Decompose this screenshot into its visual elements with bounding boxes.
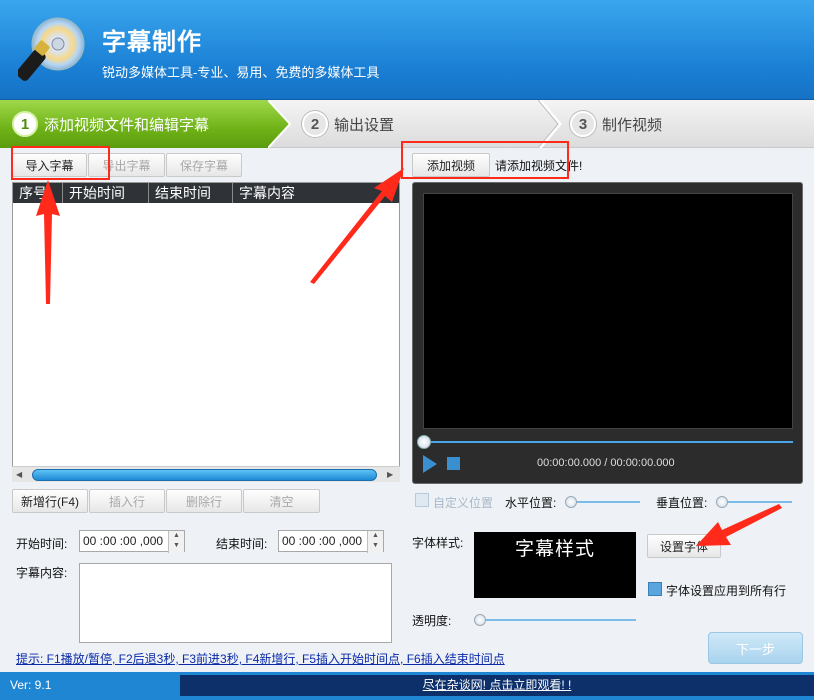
font-style-preview: 字幕样式 bbox=[474, 532, 636, 598]
clear-button[interactable]: 清空 bbox=[243, 489, 320, 513]
step-2-tab[interactable]: 2 输出设置 bbox=[302, 100, 394, 148]
step-2-number: 2 bbox=[302, 111, 328, 137]
time-display: 00:00:00.000 / 00:00:00.000 bbox=[537, 457, 675, 469]
column-header-index[interactable]: 序号 bbox=[13, 183, 63, 203]
stop-icon[interactable] bbox=[447, 457, 460, 470]
progress-knob[interactable] bbox=[417, 435, 431, 449]
start-time-label: 开始时间: bbox=[16, 537, 68, 551]
apply-all-label: 字体设置应用到所有行 bbox=[666, 584, 787, 598]
step-3-tab[interactable]: 3 制作视频 bbox=[570, 100, 662, 148]
opacity-slider-knob[interactable] bbox=[474, 614, 486, 626]
scroll-right-icon[interactable]: ▶ bbox=[387, 470, 393, 479]
font-style-label: 字体样式: bbox=[412, 536, 464, 550]
ad-marquee-link[interactable]: 尽在杂谈网! 点击立即观看! ! bbox=[180, 675, 814, 696]
vertical-slider-knob[interactable] bbox=[716, 496, 728, 508]
opacity-slider-track[interactable] bbox=[478, 619, 636, 621]
custom-position-label: 自定义位置 bbox=[433, 496, 494, 510]
apply-all-checkbox[interactable] bbox=[648, 582, 662, 596]
step-3-label: 制作视频 bbox=[602, 116, 663, 134]
subtitle-table[interactable]: 序号 开始时间 结束时间 字幕内容 bbox=[12, 182, 400, 482]
start-time-spinner[interactable]: ▲ ▼ bbox=[168, 531, 184, 553]
column-header-content[interactable]: 字幕内容 bbox=[233, 183, 399, 203]
step-1-tab[interactable]: 1 添加视频文件和编辑字幕 bbox=[0, 100, 290, 148]
annotation-box-add-video bbox=[401, 141, 569, 179]
annotation-box-import bbox=[11, 146, 110, 180]
play-icon[interactable] bbox=[423, 455, 437, 473]
video-player: 00:00:00.000 / 00:00:00.000 bbox=[412, 182, 803, 484]
app-title: 字幕制作 bbox=[102, 29, 202, 56]
end-time-value: 00 :00 :00 ,000 bbox=[282, 534, 363, 548]
custom-position-checkbox[interactable] bbox=[415, 493, 429, 507]
start-time-field[interactable]: 00 :00 :00 ,000 ▲ ▼ bbox=[79, 530, 185, 553]
vertical-position-label: 垂直位置: bbox=[656, 496, 708, 510]
step-3-number: 3 bbox=[570, 111, 596, 137]
video-screen bbox=[423, 193, 793, 429]
vertical-slider-track[interactable] bbox=[718, 501, 792, 503]
scroll-left-icon[interactable]: ◀ bbox=[16, 470, 22, 479]
app-logo-icon bbox=[18, 17, 85, 81]
step-1-label: 添加视频文件和编辑字幕 bbox=[44, 116, 210, 134]
horizontal-slider-knob[interactable] bbox=[565, 496, 577, 508]
end-time-spinner[interactable]: ▲ ▼ bbox=[367, 531, 383, 553]
step-2-label: 输出设置 bbox=[334, 116, 395, 134]
column-header-end[interactable]: 结束时间 bbox=[149, 183, 233, 203]
app-subtitle: 锐动多媒体工具-专业、易用、免费的多媒体工具 bbox=[102, 65, 380, 80]
version-text: Ver: 9.1 bbox=[10, 678, 52, 692]
table-header: 序号 开始时间 结束时间 字幕内容 bbox=[13, 183, 399, 203]
step-separator-icon bbox=[268, 100, 292, 148]
end-time-field[interactable]: 00 :00 :00 ,000 ▲ ▼ bbox=[278, 530, 384, 553]
save-subtitle-button[interactable]: 保存字幕 bbox=[166, 153, 242, 177]
horizontal-scrollbar[interactable]: ◀ ▶ bbox=[12, 466, 400, 482]
subtitle-content-textarea[interactable] bbox=[79, 563, 392, 643]
opacity-label: 透明度: bbox=[412, 614, 452, 628]
horizontal-slider-track[interactable] bbox=[568, 501, 640, 503]
end-time-label: 结束时间: bbox=[216, 537, 268, 551]
column-header-start[interactable]: 开始时间 bbox=[63, 183, 149, 203]
insert-row-button[interactable]: 插入行 bbox=[89, 489, 165, 513]
horizontal-position-label: 水平位置: bbox=[505, 496, 557, 510]
scrollbar-thumb[interactable] bbox=[32, 469, 377, 481]
new-row-button[interactable]: 新增行(F4) bbox=[12, 489, 88, 513]
start-time-value: 00 :00 :00 ,000 bbox=[83, 534, 164, 548]
shortcut-hint: 提示: F1播放/暂停, F2后退3秒, F3前进3秒, F4新增行, F5插入… bbox=[16, 652, 505, 666]
content-label: 字幕内容: bbox=[16, 566, 68, 580]
step-1-number: 1 bbox=[12, 111, 38, 137]
progress-track[interactable] bbox=[423, 441, 793, 443]
delete-row-button[interactable]: 删除行 bbox=[166, 489, 242, 513]
next-step-button[interactable]: 下一步 bbox=[708, 632, 803, 664]
set-font-button[interactable]: 设置字体 bbox=[647, 534, 721, 558]
